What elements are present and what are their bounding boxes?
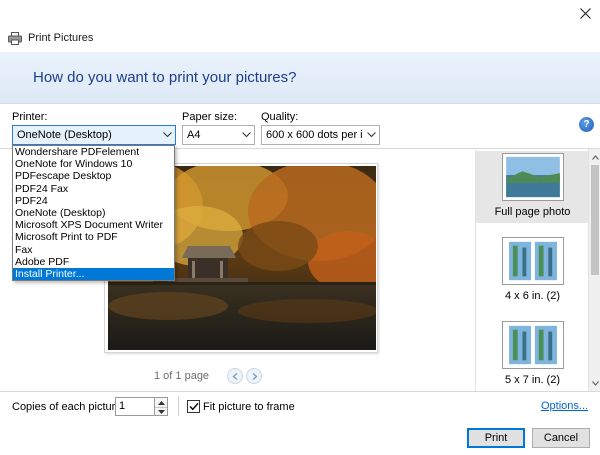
scroll-up-button[interactable] — [589, 151, 600, 163]
chevron-down-icon — [238, 126, 254, 144]
install-printer-option[interactable]: Install Printer... — [13, 267, 174, 281]
quality-value: 600 x 600 dots per inch — [266, 129, 363, 141]
page-heading: How do you want to print your pictures? — [33, 69, 297, 86]
layout-scrollbar[interactable] — [588, 149, 600, 391]
chevron-up-icon — [157, 400, 165, 405]
chevron-down-icon — [157, 410, 165, 414]
printer-option[interactable]: PDF24 — [13, 195, 174, 207]
printer-option[interactable]: Wondershare PDFelement — [13, 146, 174, 158]
printer-select[interactable]: OneNote (Desktop) — [12, 125, 176, 145]
options-link[interactable]: Options... — [541, 400, 588, 412]
copies-stepper[interactable] — [155, 397, 168, 416]
printer-option[interactable]: PDF24 Fax — [13, 183, 174, 195]
scroll-down-button[interactable] — [589, 377, 600, 389]
divider — [0, 391, 600, 392]
window-title: Print Pictures — [28, 32, 94, 44]
copies-label: Copies of each picture: — [12, 401, 125, 413]
printer-dropdown-list: Wondershare PDFelement OneNote for Windo… — [12, 145, 175, 281]
printer-option[interactable]: Microsoft XPS Document Writer — [13, 219, 174, 231]
printer-icon — [8, 31, 22, 45]
arrow-right-icon — [252, 372, 257, 380]
layout-caption: 5 x 7 in. (2) — [504, 374, 561, 386]
previous-page-button[interactable] — [227, 368, 243, 384]
full-page-thumbnail — [501, 153, 564, 201]
chevron-down-icon — [591, 380, 599, 386]
chevron-up-icon — [591, 154, 599, 160]
scroll-thumb[interactable] — [591, 165, 599, 275]
printer-option[interactable]: OneNote for Windows 10 — [13, 158, 174, 170]
close-button[interactable] — [572, 2, 598, 24]
copies-input[interactable]: 1 — [115, 397, 155, 416]
increment-button[interactable] — [155, 398, 167, 407]
fit-picture-checkbox[interactable] — [187, 400, 200, 413]
window-title-bar: Print Pictures — [8, 30, 93, 46]
cancel-button[interactable]: Cancel — [532, 428, 590, 448]
layout-panel: Full page photo 4 x 6 in. (2) 5 x 7 in. … — [475, 149, 589, 391]
paper-size-label: Paper size: — [182, 111, 238, 123]
decrement-button[interactable] — [155, 407, 167, 416]
divider — [178, 396, 179, 416]
quality-label: Quality: — [261, 111, 299, 123]
printer-label: Printer: — [12, 111, 48, 123]
paper-size-select[interactable]: A4 — [182, 125, 255, 145]
print-button[interactable]: Print — [467, 428, 525, 448]
printer-select-value: OneNote (Desktop) — [17, 129, 112, 141]
close-icon — [579, 7, 591, 19]
chevron-down-icon — [159, 126, 175, 144]
4x6-thumbnail — [501, 237, 564, 285]
printer-option[interactable]: OneNote (Desktop) — [13, 207, 174, 219]
5x7-thumbnail — [501, 321, 564, 369]
layout-caption: Full page photo — [494, 206, 571, 218]
printer-option[interactable]: Microsoft Print to PDF — [13, 231, 174, 243]
layout-4x6[interactable]: 4 x 6 in. (2) — [476, 237, 589, 307]
layout-5x7[interactable]: 5 x 7 in. (2) — [476, 321, 589, 391]
checkmark-icon — [189, 402, 199, 411]
layout-caption: 4 x 6 in. (2) — [504, 290, 561, 302]
printer-option[interactable]: Fax — [13, 244, 174, 256]
layout-full-page-photo[interactable]: Full page photo — [476, 151, 589, 223]
printer-option[interactable]: Adobe PDF — [13, 256, 174, 268]
fit-picture-label[interactable]: Fit picture to frame — [203, 401, 295, 413]
paper-size-value: A4 — [187, 129, 201, 141]
page-info: 1 of 1 page — [154, 370, 210, 382]
next-page-button[interactable] — [246, 368, 262, 384]
arrow-left-icon — [232, 372, 237, 380]
chevron-down-icon — [363, 126, 379, 144]
printer-option[interactable]: PDFescape Desktop — [13, 170, 174, 182]
help-icon[interactable]: ? — [579, 117, 594, 132]
quality-select[interactable]: 600 x 600 dots per inch — [261, 125, 380, 145]
header-band: How do you want to print your pictures? — [0, 52, 600, 104]
